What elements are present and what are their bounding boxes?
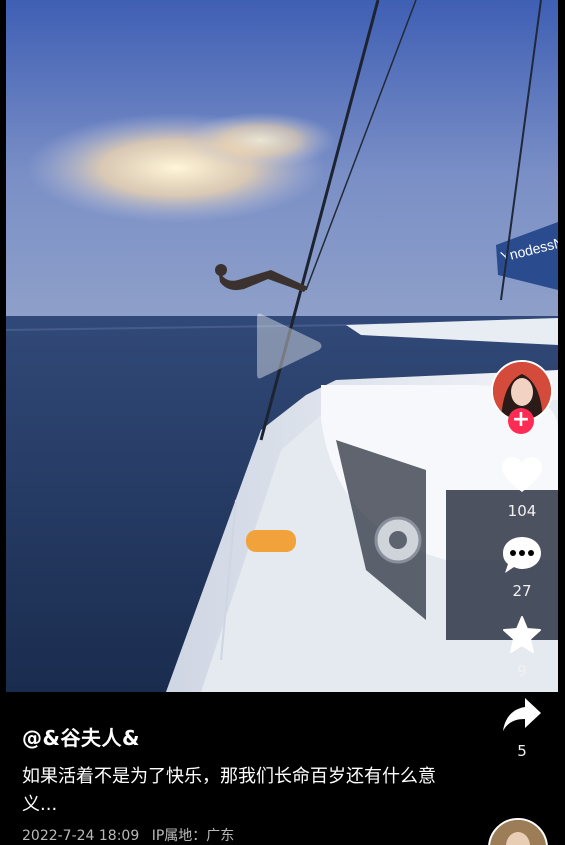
- author-name[interactable]: @&谷夫人&: [22, 722, 462, 751]
- share-icon[interactable]: [499, 692, 545, 738]
- plus-icon: +: [511, 407, 531, 432]
- share-action[interactable]: 5: [499, 692, 545, 760]
- post-info: 2022-7-24 18:09 IP属地：广东: [22, 825, 462, 845]
- like-count: 104: [507, 502, 537, 520]
- comment-action[interactable]: 27: [499, 532, 545, 600]
- disc-image: [490, 820, 546, 845]
- share-count: 5: [517, 742, 527, 760]
- follow-button[interactable]: +: [508, 408, 534, 434]
- post-date: 2022-7-24 18:09: [22, 828, 140, 844]
- favorite-count: 9: [517, 662, 527, 680]
- action-rail: + 104 27 9 5: [486, 360, 558, 760]
- like-action[interactable]: 104: [499, 452, 545, 520]
- heart-icon[interactable]: [499, 452, 545, 498]
- comment-count: 27: [512, 582, 532, 600]
- star-icon[interactable]: [499, 612, 545, 658]
- music-disc-avatar[interactable]: [488, 818, 548, 845]
- video-player[interactable]: YnodessNa: [6, 0, 558, 692]
- video-meta: @&谷夫人& 如果活着不是为了快乐，那我们长命百岁还有什么意义... 2022-…: [22, 722, 462, 845]
- ip-location: IP属地：广东: [151, 828, 235, 844]
- play-icon[interactable]: [249, 306, 329, 386]
- video-frame: YnodessNa + 104 27 9 5 @&谷夫人& 如果活着不是为了快乐…: [6, 0, 558, 845]
- favorite-action[interactable]: 9: [499, 612, 545, 680]
- comment-icon[interactable]: [499, 532, 545, 578]
- author-avatar-wrap[interactable]: +: [491, 360, 553, 434]
- video-caption: 如果活着不是为了快乐，那我们长命百岁还有什么意义...: [22, 766, 436, 815]
